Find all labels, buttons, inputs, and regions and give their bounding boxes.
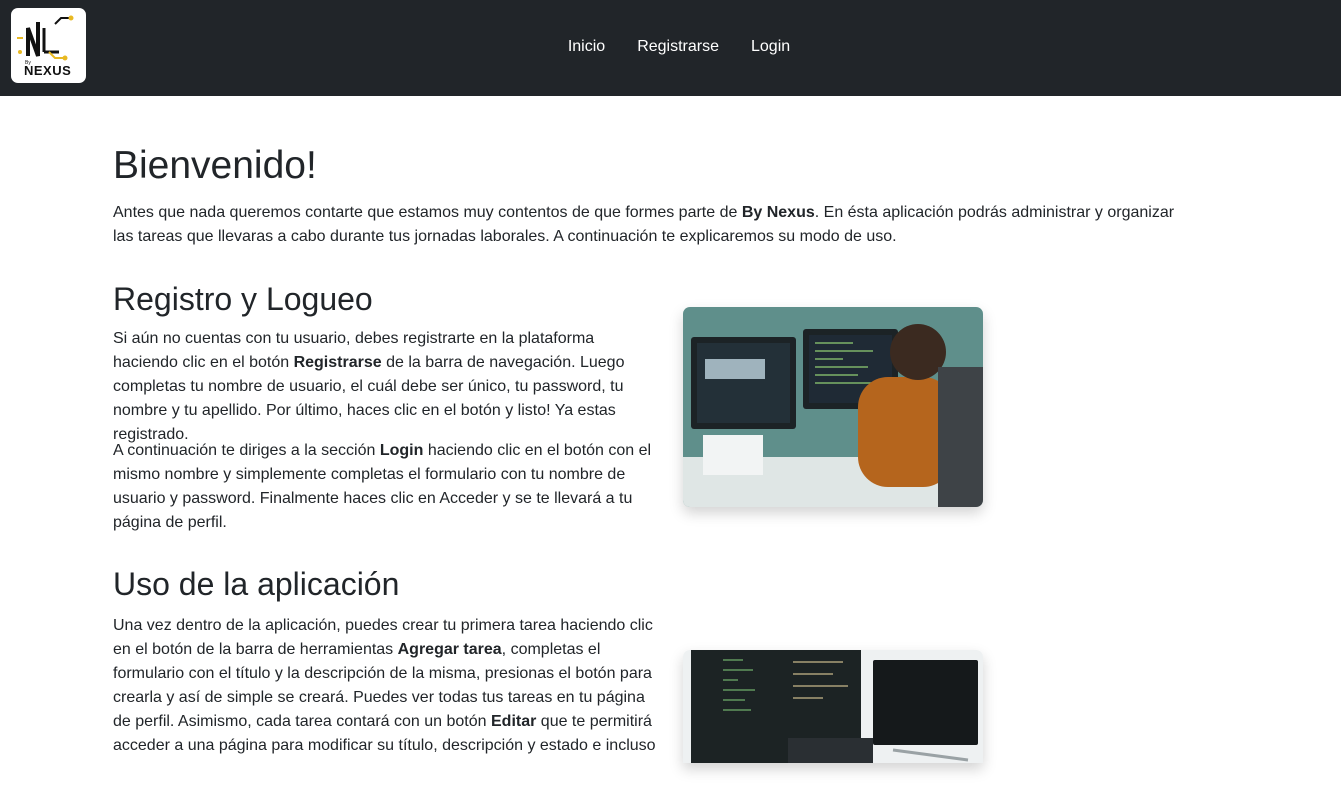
navbar: By NEXUS Inicio Registrarse Login [0, 0, 1341, 96]
registro-p2-text-1: A continuación te diriges a la sección [113, 442, 380, 459]
uso-paragraph: Una vez dentro de la aplicación, puedes … [113, 614, 658, 758]
registro-p2-bold: Login [379, 442, 424, 459]
uso-bold-editar: Editar [491, 713, 537, 730]
intro-text-1: Antes que nada queremos contarte que est… [113, 204, 742, 221]
nav-registrarse[interactable]: Registrarse [621, 36, 735, 58]
registro-p1-bold: Registrarse [293, 354, 382, 371]
main-nav: Inicio Registrarse Login [0, 36, 1341, 58]
intro-brand-bold: By Nexus [741, 204, 815, 221]
multi-monitor-code-image [683, 650, 983, 763]
logo-text: NEXUS [24, 63, 72, 78]
nav-login[interactable]: Login [735, 36, 806, 58]
intro-paragraph: Antes que nada queremos contarte que est… [113, 201, 1198, 249]
page-title: Bienvenido! [113, 144, 317, 187]
uso-heading: Uso de la aplicación [113, 566, 400, 602]
registro-paragraph-1: Si aún no cuentas con tu usuario, debes … [113, 327, 658, 447]
registro-heading: Registro y Logueo [113, 281, 373, 317]
registro-paragraph-2: A continuación te diriges a la sección L… [113, 439, 658, 535]
nav-inicio[interactable]: Inicio [552, 36, 621, 58]
uso-bold-agregar: Agregar tarea [397, 641, 502, 658]
developer-workstation-image [683, 307, 983, 507]
